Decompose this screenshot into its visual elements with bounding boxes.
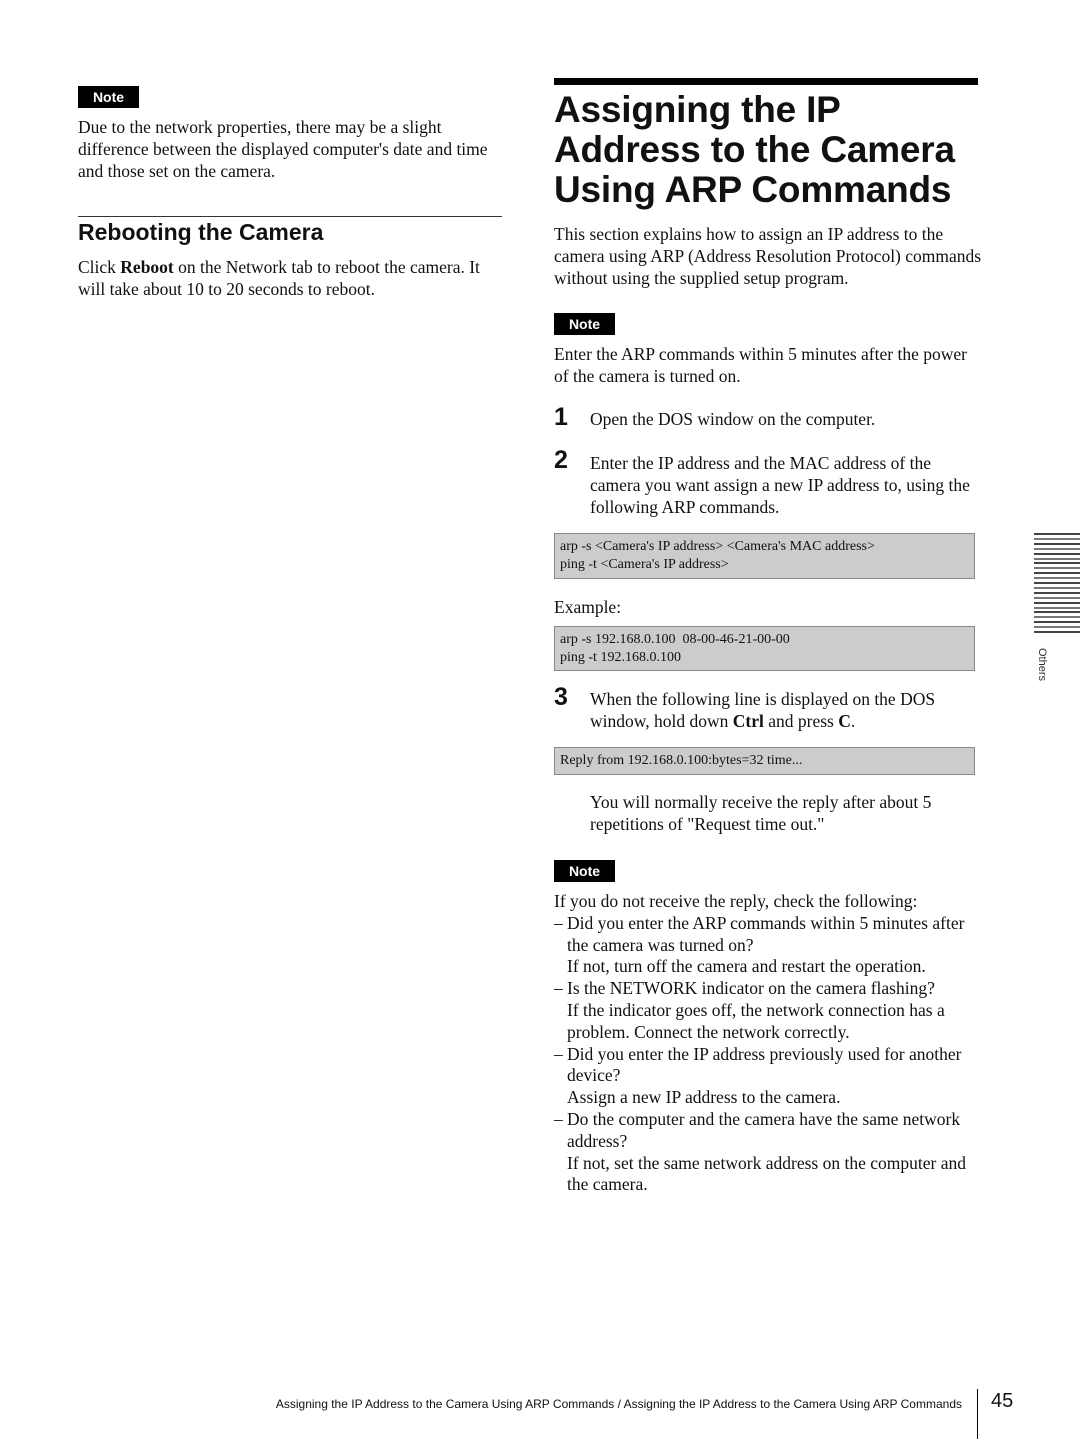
thumb-stripe: [1034, 537, 1080, 540]
list-item-answer: If the indicator goes off, the network c…: [567, 999, 945, 1042]
dash-marker: –: [554, 1108, 563, 1129]
rebooting-text-start: Click: [78, 257, 121, 277]
code-line: arp -s 192.168.0.100 08-00-46-21-00-00: [560, 632, 790, 647]
thumb-stripe: [1034, 611, 1080, 614]
thumb-stripe: [1034, 533, 1080, 535]
code-line: ping -t 192.168.0.100: [560, 650, 681, 665]
list-item: – Do the computer and the camera have th…: [554, 1109, 984, 1196]
thumb-stripe: [1034, 567, 1080, 570]
note-badge: Note: [554, 860, 615, 882]
list-item: – Did you enter the IP address previousl…: [554, 1044, 984, 1109]
list-item-question: Did you enter the IP address previously …: [567, 1043, 962, 1086]
step-number: 3: [554, 683, 568, 711]
step-text: When the following line is displayed on …: [590, 689, 982, 733]
running-footer: Assigning the IP Address to the Camera U…: [275, 1397, 962, 1411]
list-item-question: Is the NETWORK indicator on the camera f…: [567, 978, 935, 999]
thumb-stripe: [1034, 596, 1080, 599]
list-item-answer: Assign a new IP address to the camera.: [567, 1087, 841, 1108]
reply-code-box: Reply from 192.168.0.100:bytes=32 time..…: [554, 747, 975, 775]
title-line-3: Using ARP Commands: [554, 169, 952, 210]
list-item: – Did you enter the ARP commands within …: [554, 913, 984, 978]
list-item-question: Do the computer and the camera have the …: [567, 1108, 961, 1151]
note-badge: Note: [78, 86, 139, 108]
step-number: 2: [554, 446, 568, 474]
c-key: C: [838, 710, 851, 731]
code-line: ping -t <Camera's IP address>: [560, 557, 729, 572]
intro-text: This section explains how to assign an I…: [554, 224, 982, 288]
thumb-stripe: [1034, 616, 1080, 619]
dash-marker: –: [554, 912, 563, 933]
section-divider: [78, 216, 502, 217]
thumb-stripe: [1034, 621, 1080, 624]
list-item-answer: If not, set the same network address on …: [567, 1152, 966, 1195]
thumb-stripe: [1034, 562, 1080, 565]
note-text: Enter the ARP commands within 5 minutes …: [554, 344, 967, 386]
thumb-stripe: [1034, 542, 1080, 545]
list-item-answer: If not, turn off the camera and restart …: [567, 956, 926, 977]
note-badge: Note: [554, 313, 615, 335]
thumb-index-tab: [1034, 533, 1080, 635]
step-text-part: and press: [763, 710, 839, 731]
thumb-stripe: [1034, 586, 1080, 589]
example-code-box: arp -s 192.168.0.100 08-00-46-21-00-00 p…: [554, 626, 975, 671]
troubleshooting-list: If you do not receive the reply, check t…: [554, 891, 984, 1196]
example-label: Example:: [554, 597, 622, 617]
thumb-stripe: [1034, 557, 1080, 560]
section-heading-rebooting: Rebooting the Camera: [78, 219, 324, 245]
thumb-stripe: [1034, 626, 1080, 629]
troubleshooting-intro: If you do not receive the reply, check t…: [554, 891, 918, 911]
page-title: Assigning the IP Address to the Camera U…: [554, 90, 994, 210]
thumb-stripe: [1034, 552, 1080, 555]
ctrl-key: Ctrl: [732, 710, 764, 731]
rebooting-text: Click Reboot on the Network tab to reboo…: [78, 257, 508, 301]
thumb-stripe: [1034, 631, 1080, 633]
step-text: Enter the IP address and the MAC address…: [590, 453, 970, 517]
thumb-stripe: [1034, 606, 1080, 609]
step-text-part: .: [850, 710, 856, 731]
reply-note: You will normally receive the reply afte…: [590, 792, 932, 834]
title-line-1: Assigning the IP: [554, 89, 841, 130]
reboot-keyword: Reboot: [120, 257, 174, 277]
step-text: Open the DOS window on the computer.: [590, 409, 876, 429]
page-number: 45: [991, 1390, 1014, 1412]
thumb-stripe: [1034, 577, 1080, 580]
code-line: Reply from 192.168.0.100:bytes=32 time..…: [560, 753, 803, 768]
side-tab-label: Others: [1036, 648, 1048, 682]
footer-divider: [977, 1389, 978, 1439]
code-line: arp -s <Camera's IP address> <Camera's M…: [560, 539, 875, 554]
title-rule: [554, 78, 978, 85]
thumb-stripe: [1034, 582, 1080, 584]
thumb-stripe: [1034, 572, 1080, 575]
thumb-stripe: [1034, 591, 1080, 594]
step-number: 1: [554, 403, 568, 431]
list-item: – Is the NETWORK indicator on the camera…: [554, 978, 984, 1043]
dash-marker: –: [554, 1043, 563, 1064]
dash-marker: –: [554, 978, 563, 999]
thumb-stripe: [1034, 601, 1080, 604]
list-item-question: Did you enter the ARP commands within 5 …: [567, 912, 965, 955]
syntax-code-box: arp -s <Camera's IP address> <Camera's M…: [554, 533, 975, 579]
thumb-stripe: [1034, 547, 1080, 550]
title-line-2: Address to the Camera: [554, 129, 955, 170]
note-text: Due to the network properties, there may…: [78, 117, 488, 181]
